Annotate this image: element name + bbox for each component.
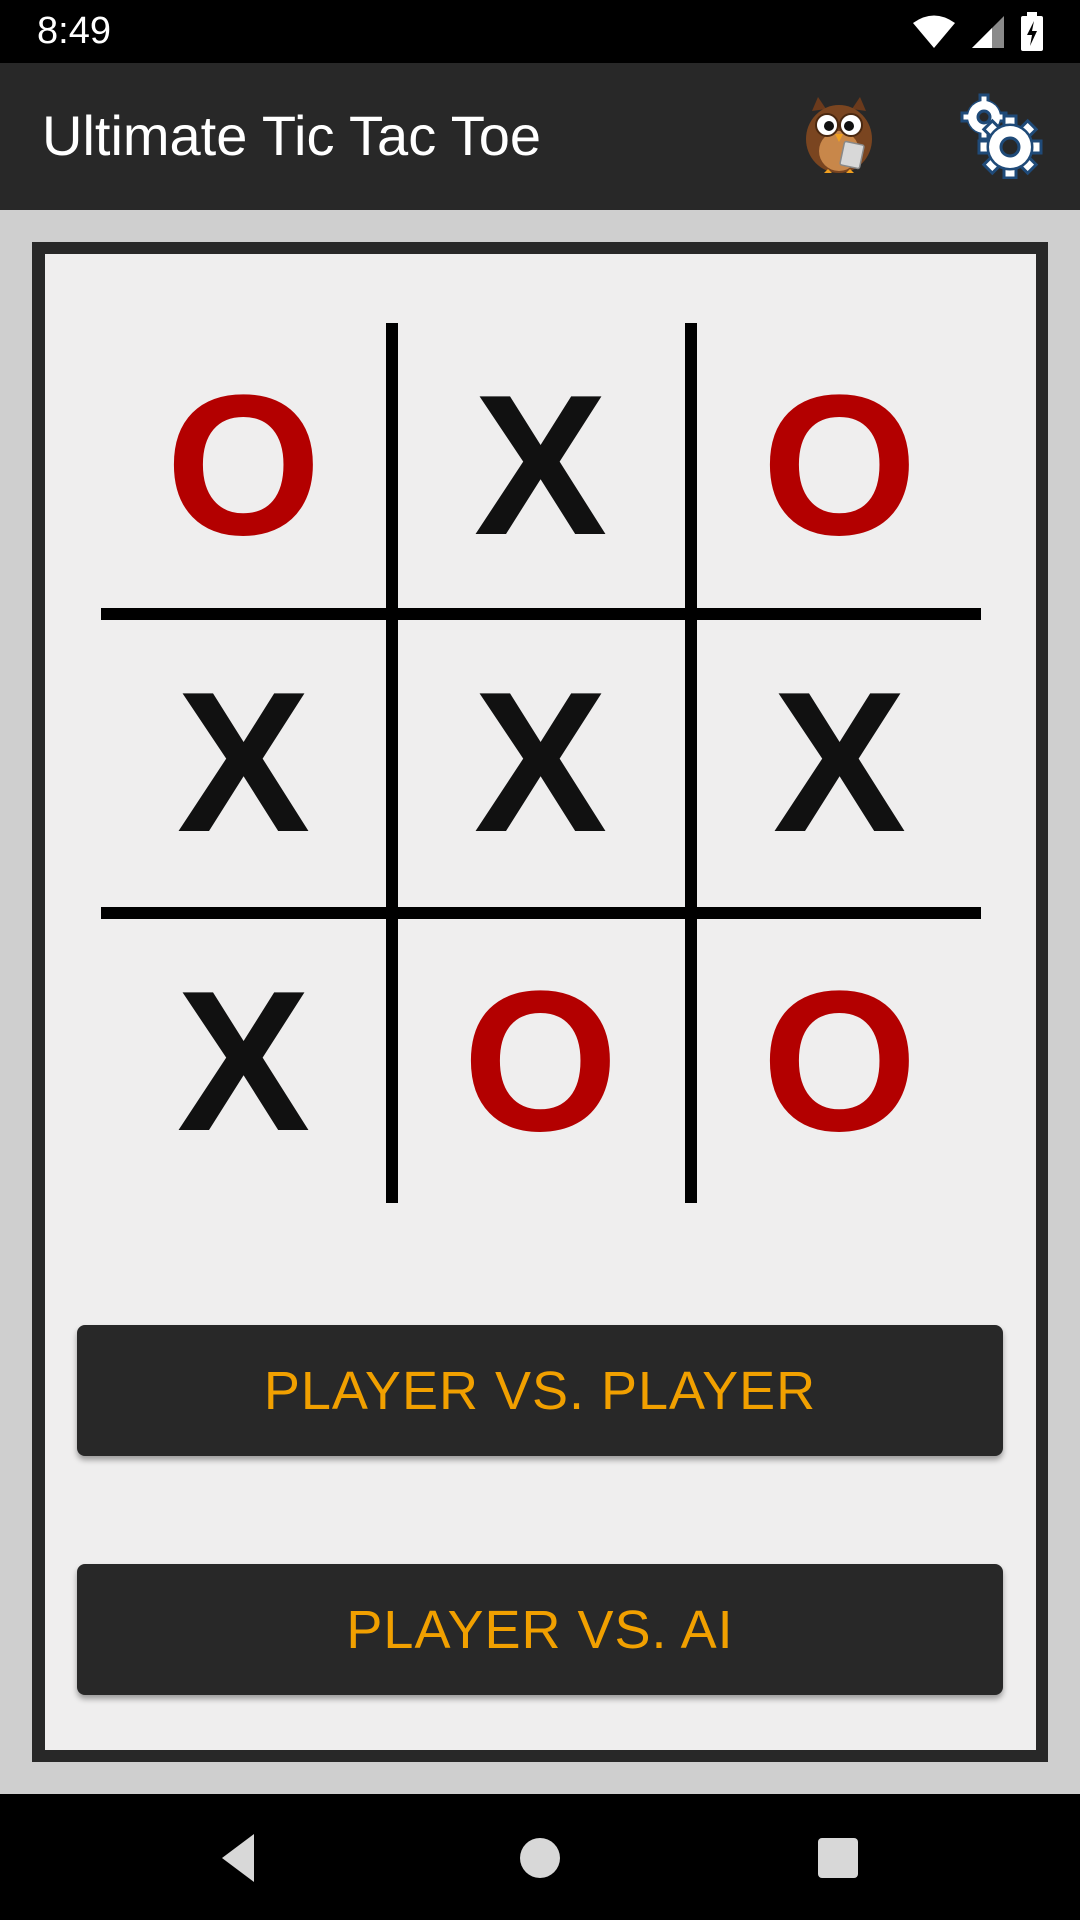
home-button[interactable] (500, 1818, 580, 1898)
signal-icon (972, 16, 1004, 48)
board-cell-r2c1[interactable]: X (101, 620, 386, 905)
player-vs-ai-button[interactable]: PLAYER VS. AI (77, 1564, 1003, 1695)
board-cell-r3c2[interactable]: O (398, 919, 683, 1204)
board-cell-r1c1[interactable]: O (101, 323, 386, 608)
recents-button[interactable] (798, 1818, 878, 1898)
navigation-bar (0, 1794, 1080, 1920)
owl-mascot-icon (806, 97, 872, 173)
owl-mascot-button[interactable] (796, 93, 882, 179)
status-bar: 8:49 (0, 0, 1080, 63)
board-cell-r3c1[interactable]: X (101, 919, 386, 1204)
board-cell-r1c2[interactable]: X (398, 323, 683, 608)
app-bar: Ultimate Tic Tac Toe (0, 63, 1080, 210)
grid-line-horizontal (101, 907, 981, 919)
status-time: 8:49 (37, 10, 111, 52)
grid-line-vertical (685, 323, 697, 1203)
settings-gear-icon (960, 93, 1043, 180)
battery-charging-icon (1021, 12, 1043, 51)
wifi-icon (913, 15, 955, 48)
home-icon (520, 1838, 560, 1878)
status-icons (912, 10, 1044, 54)
player-vs-player-button[interactable]: PLAYER VS. PLAYER (77, 1325, 1003, 1456)
back-icon (222, 1834, 254, 1882)
recents-icon (818, 1838, 858, 1878)
game-board: O X O X X X X O O (101, 323, 981, 1203)
grid-line-vertical (386, 323, 398, 1203)
board-cell-r3c3[interactable]: O (697, 919, 982, 1204)
back-button[interactable] (200, 1818, 280, 1898)
settings-button[interactable] (958, 93, 1044, 180)
app-title: Ultimate Tic Tac Toe (42, 104, 542, 167)
board-cell-r2c3[interactable]: X (697, 620, 982, 905)
board-cell-r2c2[interactable]: X (398, 620, 683, 905)
grid-line-horizontal (101, 608, 981, 620)
board-cell-r1c3[interactable]: O (697, 323, 982, 608)
